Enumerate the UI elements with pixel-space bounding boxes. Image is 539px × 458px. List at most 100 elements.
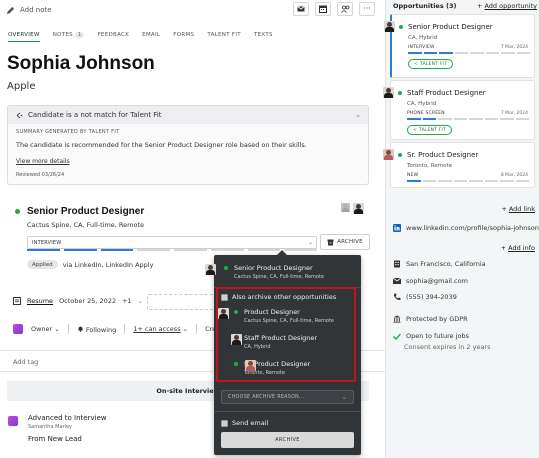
progress-segment bbox=[470, 52, 484, 54]
opportunity-title-row: Senior Product Designer bbox=[15, 206, 144, 217]
resume-more[interactable]: +1 bbox=[122, 297, 132, 305]
company-logo bbox=[341, 203, 350, 212]
add-link-button[interactable]: + Add link bbox=[501, 205, 535, 213]
tab-texts[interactable]: TEXTS bbox=[254, 32, 273, 42]
status-dot bbox=[398, 153, 402, 157]
divider bbox=[124, 324, 126, 334]
view-more-details-link[interactable]: View more details bbox=[16, 158, 70, 165]
divider bbox=[67, 324, 69, 334]
divider bbox=[214, 411, 361, 412]
archive-reason-select[interactable]: CHOOSE ARCHIVE REASON... ⌄ bbox=[221, 390, 354, 404]
consent-text: Consent expires in 2 years bbox=[404, 343, 491, 351]
notes-count-badge: 1 bbox=[74, 32, 85, 38]
resume-link[interactable]: Resume bbox=[27, 297, 53, 305]
add-note-button[interactable]: Add note bbox=[6, 3, 52, 17]
progress-segment bbox=[63, 249, 97, 251]
owner-avatar bbox=[383, 149, 394, 160]
open-jobs-row: Open to future jobs bbox=[393, 332, 469, 340]
interview-tool-button[interactable] bbox=[337, 2, 353, 16]
progress-segment bbox=[407, 180, 421, 182]
card-progress-bar bbox=[408, 52, 530, 54]
opportunity-title[interactable]: Senior Product Designer bbox=[27, 206, 144, 217]
confirm-archive-button[interactable]: ARCHIVE bbox=[221, 432, 354, 448]
progress-segment bbox=[453, 118, 467, 120]
following-toggle[interactable]: Following bbox=[77, 325, 116, 334]
location-row: San Francisco, California bbox=[393, 260, 486, 268]
popup-opportunity-title: Senior Product Designer bbox=[234, 264, 313, 272]
owner-avatar bbox=[205, 264, 216, 275]
resume-date: October 25, 2022 bbox=[59, 297, 117, 305]
phone-text: (555) 394-2039 bbox=[406, 293, 457, 301]
progress-segment bbox=[453, 180, 467, 182]
applied-badge: Applied bbox=[27, 260, 58, 269]
owner-avatar[interactable] bbox=[353, 203, 364, 214]
more-options-button[interactable]: ··· bbox=[359, 2, 375, 16]
profile-tabs: OVERVIEW NOTES 1 FEEDBACK EMAIL FORMS TAL… bbox=[8, 32, 273, 42]
progress-segment bbox=[484, 118, 498, 120]
email-row[interactable]: sophia@gmail.com bbox=[393, 277, 468, 285]
source-row: Applied via LinkedIn, LinkedIn Apply bbox=[27, 260, 153, 269]
progress-segment bbox=[284, 249, 317, 251]
card-progress-bar bbox=[407, 118, 529, 120]
activity-avatar bbox=[8, 416, 18, 426]
access-dropdown[interactable]: 1+ can access ⌄ bbox=[133, 325, 188, 333]
card-stage: INTERVIEW bbox=[408, 45, 435, 50]
archive-button[interactable]: ARCHIVE bbox=[320, 234, 370, 250]
checkbox-icon bbox=[221, 419, 228, 427]
send-email-checkbox[interactable]: Send email bbox=[221, 419, 268, 427]
tab-feedback[interactable]: FEEDBACK bbox=[97, 32, 129, 42]
resume-row: Resume October 25, 2022 +1 ⌄ bbox=[13, 297, 143, 305]
current-opportunity: Senior Product Designer Cactus Spine, CA… bbox=[224, 264, 324, 280]
opportunities-sidebar: Opportunities (3) + Add opportunity Seni… bbox=[383, 0, 539, 458]
card-title-row: Sr. Product Designer bbox=[398, 151, 478, 159]
stage-select[interactable]: INTERVIEW ⌄ bbox=[27, 236, 317, 249]
activity-title: Advanced to Interview bbox=[28, 414, 107, 422]
opportunity-card-1[interactable]: Senior Product Designer CA, Hybrid INTER… bbox=[384, 14, 535, 78]
progress-segment bbox=[137, 249, 170, 251]
talent-fit-chip[interactable]: < TALENT FIT bbox=[408, 59, 454, 69]
progress-segment bbox=[210, 249, 244, 251]
add-info-button[interactable]: + Add info bbox=[501, 244, 535, 252]
talent-fit-chip[interactable]: < TALENT FIT bbox=[407, 125, 453, 135]
opportunity-card-3[interactable]: Sr. Product Designer Toronto, Remote NEW… bbox=[383, 142, 535, 188]
status-dot bbox=[224, 266, 228, 270]
owner-row: Owner ⌄ Following 1+ can access ⌄ Create… bbox=[13, 324, 240, 334]
progress-segment bbox=[438, 118, 452, 120]
tab-email[interactable]: EMAIL bbox=[142, 32, 160, 42]
linkedin-icon bbox=[393, 224, 401, 232]
card-stage: NEW bbox=[407, 173, 419, 178]
bank-icon bbox=[393, 315, 401, 323]
add-opportunity-link[interactable]: + Add opportunity bbox=[477, 2, 537, 10]
archive-reason-placeholder: CHOOSE ARCHIVE REASON... bbox=[228, 394, 305, 400]
chevron-down-icon: ⌄ bbox=[137, 297, 144, 305]
activity-item: Advanced to Interview Samantha Marley Fr… bbox=[8, 414, 107, 443]
progress-segment bbox=[501, 52, 515, 54]
card-date: 7 Mar, 2024 bbox=[500, 45, 528, 50]
activity-from: From New Lead bbox=[28, 435, 82, 443]
progress-segment bbox=[469, 180, 483, 182]
progress-segment bbox=[454, 52, 468, 54]
email-text: sophia@gmail.com bbox=[406, 277, 468, 285]
progress-segment bbox=[469, 118, 483, 120]
talent-fit-header[interactable]: Candidate is a not match for Talent Fit … bbox=[8, 106, 368, 124]
phone-row[interactable]: (555) 394-2039 bbox=[393, 293, 457, 301]
owner-dropdown[interactable]: Owner ⌄ bbox=[31, 325, 60, 333]
tab-overview[interactable]: OVERVIEW bbox=[8, 32, 40, 42]
opportunity-subtitle: Cactus Spine, CA, Full-time, Remote bbox=[27, 221, 144, 229]
tab-talent-fit[interactable]: TALENT FIT bbox=[207, 32, 241, 42]
talent-fit-header-text: Candidate is a not match for Talent Fit bbox=[28, 111, 162, 119]
opportunity-card-2[interactable]: Staff Product Designer CA, Hybrid PHONE … bbox=[383, 80, 535, 140]
reviewed-date: Reviewed 03/26/24 bbox=[16, 172, 65, 178]
email-tool-button[interactable] bbox=[293, 2, 309, 16]
calendar-tool-button[interactable] bbox=[315, 2, 331, 16]
tab-notes[interactable]: NOTES 1 bbox=[53, 32, 85, 42]
progress-segment bbox=[174, 249, 207, 251]
progress-segment bbox=[500, 180, 514, 182]
popup-opportunity-sub: Cactus Spine, CA, Full-time, Remote bbox=[234, 274, 324, 280]
linkedin-row[interactable]: www.linkedin.com/profile/sophia-johnson bbox=[393, 224, 539, 232]
building-icon bbox=[394, 260, 400, 268]
tab-forms[interactable]: FORMS bbox=[173, 32, 194, 42]
people-icon bbox=[340, 5, 349, 13]
activity-author: Samantha Marley bbox=[28, 424, 72, 430]
summary-text: The candidate is recommended for the Sen… bbox=[16, 141, 307, 149]
